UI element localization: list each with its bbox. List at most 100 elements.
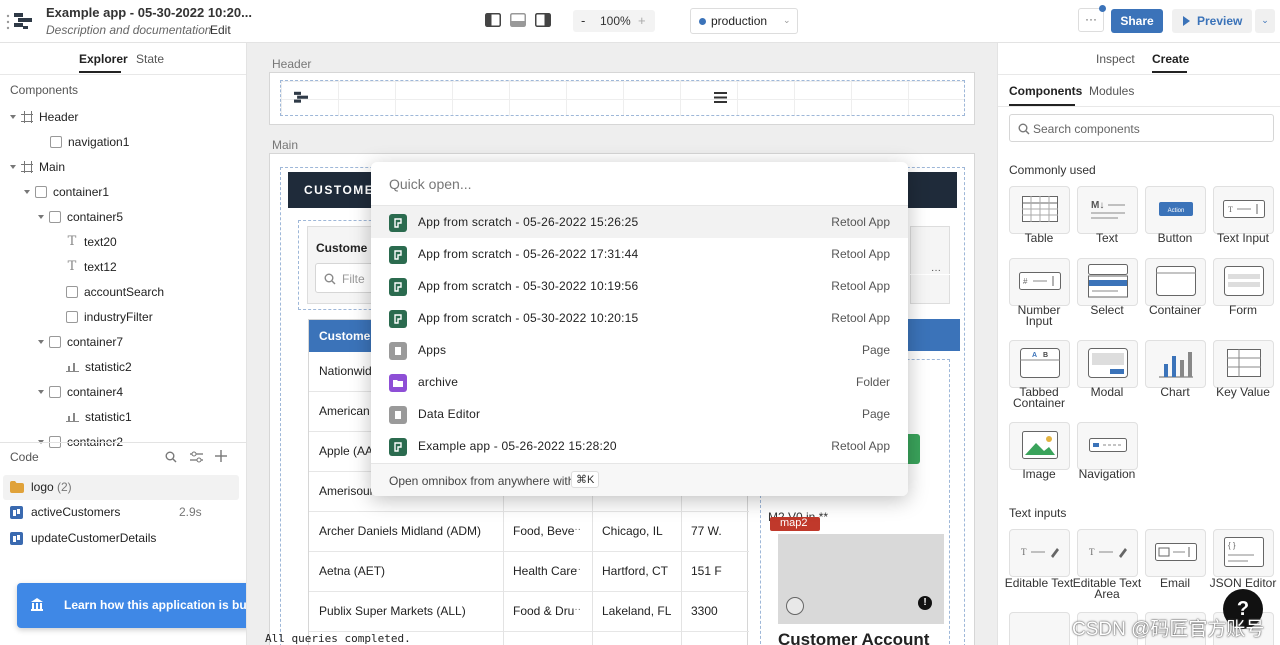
caret-down-icon[interactable] bbox=[10, 114, 16, 119]
quick-open-item[interactable]: App from scratch - 05-30-2022 10:19:56 Re… bbox=[371, 270, 908, 302]
tree-item[interactable]: statistic1 bbox=[52, 404, 132, 429]
tab-state[interactable]: State bbox=[136, 52, 164, 66]
quick-open-item[interactable]: App from scratch - 05-26-2022 15:26:25 Re… bbox=[371, 206, 908, 238]
tree-item[interactable]: navigation1 bbox=[36, 129, 129, 154]
search-icon[interactable] bbox=[165, 451, 177, 466]
text-inputs-heading: Text inputs bbox=[1009, 506, 1067, 520]
component-card[interactable]: T bbox=[1077, 529, 1138, 577]
quick-open-item[interactable]: Example app - 05-26-2022 15:28:20 Retool … bbox=[371, 430, 908, 462]
component-card[interactable] bbox=[1009, 422, 1070, 470]
header-section[interactable] bbox=[269, 72, 975, 125]
more-icon[interactable]: ··· bbox=[571, 524, 581, 535]
table-cell: Aetna (AET) bbox=[319, 564, 386, 578]
component-card[interactable] bbox=[1213, 258, 1274, 306]
component-card[interactable] bbox=[1077, 258, 1138, 306]
component-card[interactable]: T bbox=[1009, 529, 1070, 577]
quick-open-input[interactable]: Quick open... bbox=[389, 176, 472, 192]
map-badge[interactable]: map2 bbox=[770, 517, 820, 531]
table-row[interactable]: Archer Daniels Midland (ADM) Food, Beve Ch… bbox=[309, 512, 749, 552]
tree-item[interactable]: container1 bbox=[24, 179, 109, 204]
tree-item[interactable]: Main bbox=[10, 154, 65, 179]
tree-item[interactable]: container4 bbox=[38, 379, 123, 404]
toggle-right-panel-icon[interactable] bbox=[535, 13, 551, 30]
table-header-customer[interactable]: Customer bbox=[319, 329, 375, 343]
component-card[interactable]: T bbox=[1213, 186, 1274, 234]
navigation-component[interactable] bbox=[280, 80, 965, 116]
component-card[interactable]: # bbox=[1009, 258, 1070, 306]
tab-explorer[interactable]: Explorer bbox=[79, 52, 128, 66]
tree-item[interactable]: container5 bbox=[38, 204, 123, 229]
add-query-icon[interactable] bbox=[215, 450, 227, 465]
tab-create[interactable]: Create bbox=[1152, 52, 1189, 66]
code-item-logo[interactable]: logo (2) bbox=[3, 475, 239, 500]
filter-icon[interactable] bbox=[190, 451, 203, 466]
more-icon[interactable]: ··· bbox=[571, 604, 581, 615]
code-heading: Code bbox=[10, 450, 39, 464]
tree-item[interactable]: Ttext20 bbox=[52, 229, 117, 254]
hamburger-menu-icon[interactable] bbox=[714, 92, 727, 106]
code-item-updatecustomerdetails[interactable]: updateCustomerDetails bbox=[0, 526, 246, 551]
environment-select[interactable]: production ⌄ bbox=[690, 8, 798, 34]
toggle-bottom-panel-icon[interactable] bbox=[510, 13, 526, 30]
caret-down-icon[interactable] bbox=[24, 189, 30, 194]
info-icon[interactable]: ! bbox=[918, 596, 932, 610]
container-icon bbox=[49, 335, 61, 348]
component-card[interactable]: M↓ bbox=[1077, 186, 1138, 234]
caret-down-icon[interactable] bbox=[38, 389, 44, 394]
subtab-modules[interactable]: Modules bbox=[1089, 84, 1134, 98]
drag-handle-icon[interactable] bbox=[6, 13, 10, 31]
more-icon[interactable]: ··· bbox=[571, 564, 581, 575]
caret-down-icon[interactable] bbox=[38, 214, 44, 219]
tree-item[interactable]: industryFilter bbox=[52, 304, 153, 329]
app-logo-icon bbox=[294, 91, 308, 108]
tab-create-underline bbox=[1152, 71, 1187, 73]
component-card-label: Tabbed Container bbox=[1012, 385, 1066, 410]
caret-down-icon[interactable] bbox=[38, 339, 44, 344]
tree-item[interactable]: statistic2 bbox=[52, 354, 132, 379]
component-card[interactable] bbox=[1009, 186, 1070, 234]
component-card[interactable] bbox=[1145, 529, 1206, 577]
map-image[interactable]: ! bbox=[778, 534, 944, 624]
divider bbox=[0, 442, 246, 443]
component-card[interactable] bbox=[1145, 258, 1206, 306]
component-card[interactable] bbox=[1213, 340, 1274, 388]
edit-link[interactable]: Edit bbox=[210, 23, 231, 37]
quick-open-item[interactable]: Data Editor Page bbox=[371, 398, 908, 430]
component-card[interactable] bbox=[1077, 340, 1138, 388]
app-description[interactable]: Description and documentation bbox=[46, 23, 211, 37]
toggle-left-panel-icon[interactable] bbox=[485, 13, 501, 30]
component-card[interactable]: Action bbox=[1145, 186, 1206, 234]
table-row[interactable]: Aetna (AET) Health Care Hartford, CT 151 F ·… bbox=[309, 552, 749, 592]
component-card[interactable] bbox=[1145, 340, 1206, 388]
tree-item[interactable]: accountSearch bbox=[52, 279, 164, 304]
quick-open-item[interactable]: Apps Page bbox=[371, 334, 908, 366]
zoom-out-button[interactable]: - bbox=[581, 13, 585, 28]
tree-item[interactable]: container7 bbox=[38, 329, 123, 354]
table-cell: Health Care bbox=[513, 564, 578, 578]
component-card[interactable] bbox=[1009, 612, 1070, 645]
component-card[interactable]: { } bbox=[1213, 529, 1274, 577]
modal-icon bbox=[1087, 347, 1128, 381]
component-search-input[interactable]: Search components bbox=[1009, 114, 1274, 142]
tab-inspect[interactable]: Inspect bbox=[1096, 52, 1135, 66]
learn-banner[interactable]: Learn how this application is built bbox=[17, 583, 246, 628]
subtab-components[interactable]: Components bbox=[1009, 84, 1082, 98]
caret-down-icon[interactable] bbox=[10, 164, 16, 169]
search-icon bbox=[1018, 123, 1030, 138]
quick-open-item[interactable]: archive Folder bbox=[371, 366, 908, 398]
component-card[interactable]: AB bbox=[1009, 340, 1070, 388]
quick-open-item[interactable]: App from scratch - 05-26-2022 17:31:44 Re… bbox=[371, 238, 908, 270]
quick-open-item[interactable]: App from scratch - 05-30-2022 10:20:15 Re… bbox=[371, 302, 908, 334]
preview-options-chevron-icon[interactable]: ⌄ bbox=[1255, 9, 1275, 33]
editable-text-area-icon: T bbox=[1087, 543, 1129, 564]
share-button[interactable]: Share bbox=[1111, 9, 1163, 33]
tree-item[interactable]: Header bbox=[10, 104, 78, 129]
preview-button[interactable]: Preview bbox=[1172, 9, 1252, 33]
quick-open-item-name: Data Editor bbox=[418, 407, 481, 421]
table-row[interactable]: Publix Super Markets (ALL) Food & Dru Lake… bbox=[309, 592, 749, 632]
component-card[interactable] bbox=[1077, 422, 1138, 470]
code-item-activecustomers[interactable]: activeCustomers 2.9s bbox=[0, 500, 246, 525]
map-zoom-icon[interactable] bbox=[786, 597, 804, 615]
zoom-in-button[interactable]: + bbox=[638, 13, 646, 28]
tree-item[interactable]: Ttext12 bbox=[52, 254, 117, 279]
